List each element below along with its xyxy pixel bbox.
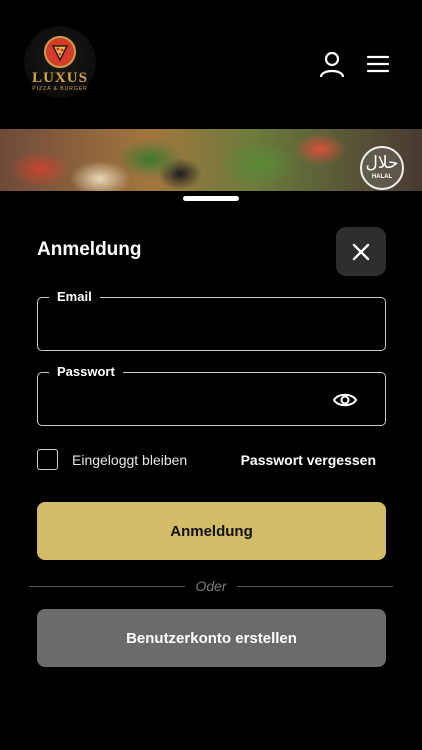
app-header: LUXUS PIZZA & BURGER	[0, 0, 422, 129]
logo-wordmark: LUXUS	[32, 70, 88, 86]
halal-label: HALAL	[371, 174, 393, 180]
email-input[interactable]	[50, 312, 330, 338]
user-icon[interactable]	[318, 50, 346, 78]
divider-left	[29, 586, 185, 587]
password-input[interactable]	[50, 387, 330, 413]
login-title: Anmeldung	[37, 239, 142, 260]
logo-subtitle: PIZZA & BURGER	[32, 86, 88, 92]
create-account-button[interactable]: Benutzerkonto erstellen	[37, 609, 386, 667]
password-field[interactable]: Passwort	[37, 365, 386, 426]
hamburger-menu-icon[interactable]	[364, 50, 392, 78]
food-banner-image: حلال HALAL	[0, 129, 422, 191]
eye-icon[interactable]	[332, 389, 358, 411]
email-field[interactable]: Email	[37, 290, 386, 351]
password-label: Passwort	[49, 365, 123, 379]
halal-badge: حلال HALAL	[360, 146, 404, 190]
luxus-logo[interactable]: LUXUS PIZZA & BURGER	[24, 26, 96, 98]
close-icon	[352, 243, 370, 261]
forgot-password-link[interactable]: Passwort vergessen	[241, 452, 376, 468]
sheet-grabber[interactable]	[183, 196, 239, 201]
halal-arabic-text: حلال	[365, 153, 399, 173]
pizza-logo-icon	[44, 36, 76, 68]
remember-label[interactable]: Eingeloggt bleiben	[72, 452, 187, 468]
close-button[interactable]	[336, 227, 386, 276]
login-sheet: Anmeldung Email Passwort Eingeloggt blei…	[0, 191, 422, 750]
divider-text: Oder	[195, 578, 227, 594]
login-button[interactable]: Anmeldung	[37, 502, 386, 560]
divider-right	[237, 586, 393, 587]
email-label: Email	[49, 290, 100, 304]
remember-checkbox[interactable]	[37, 449, 58, 470]
